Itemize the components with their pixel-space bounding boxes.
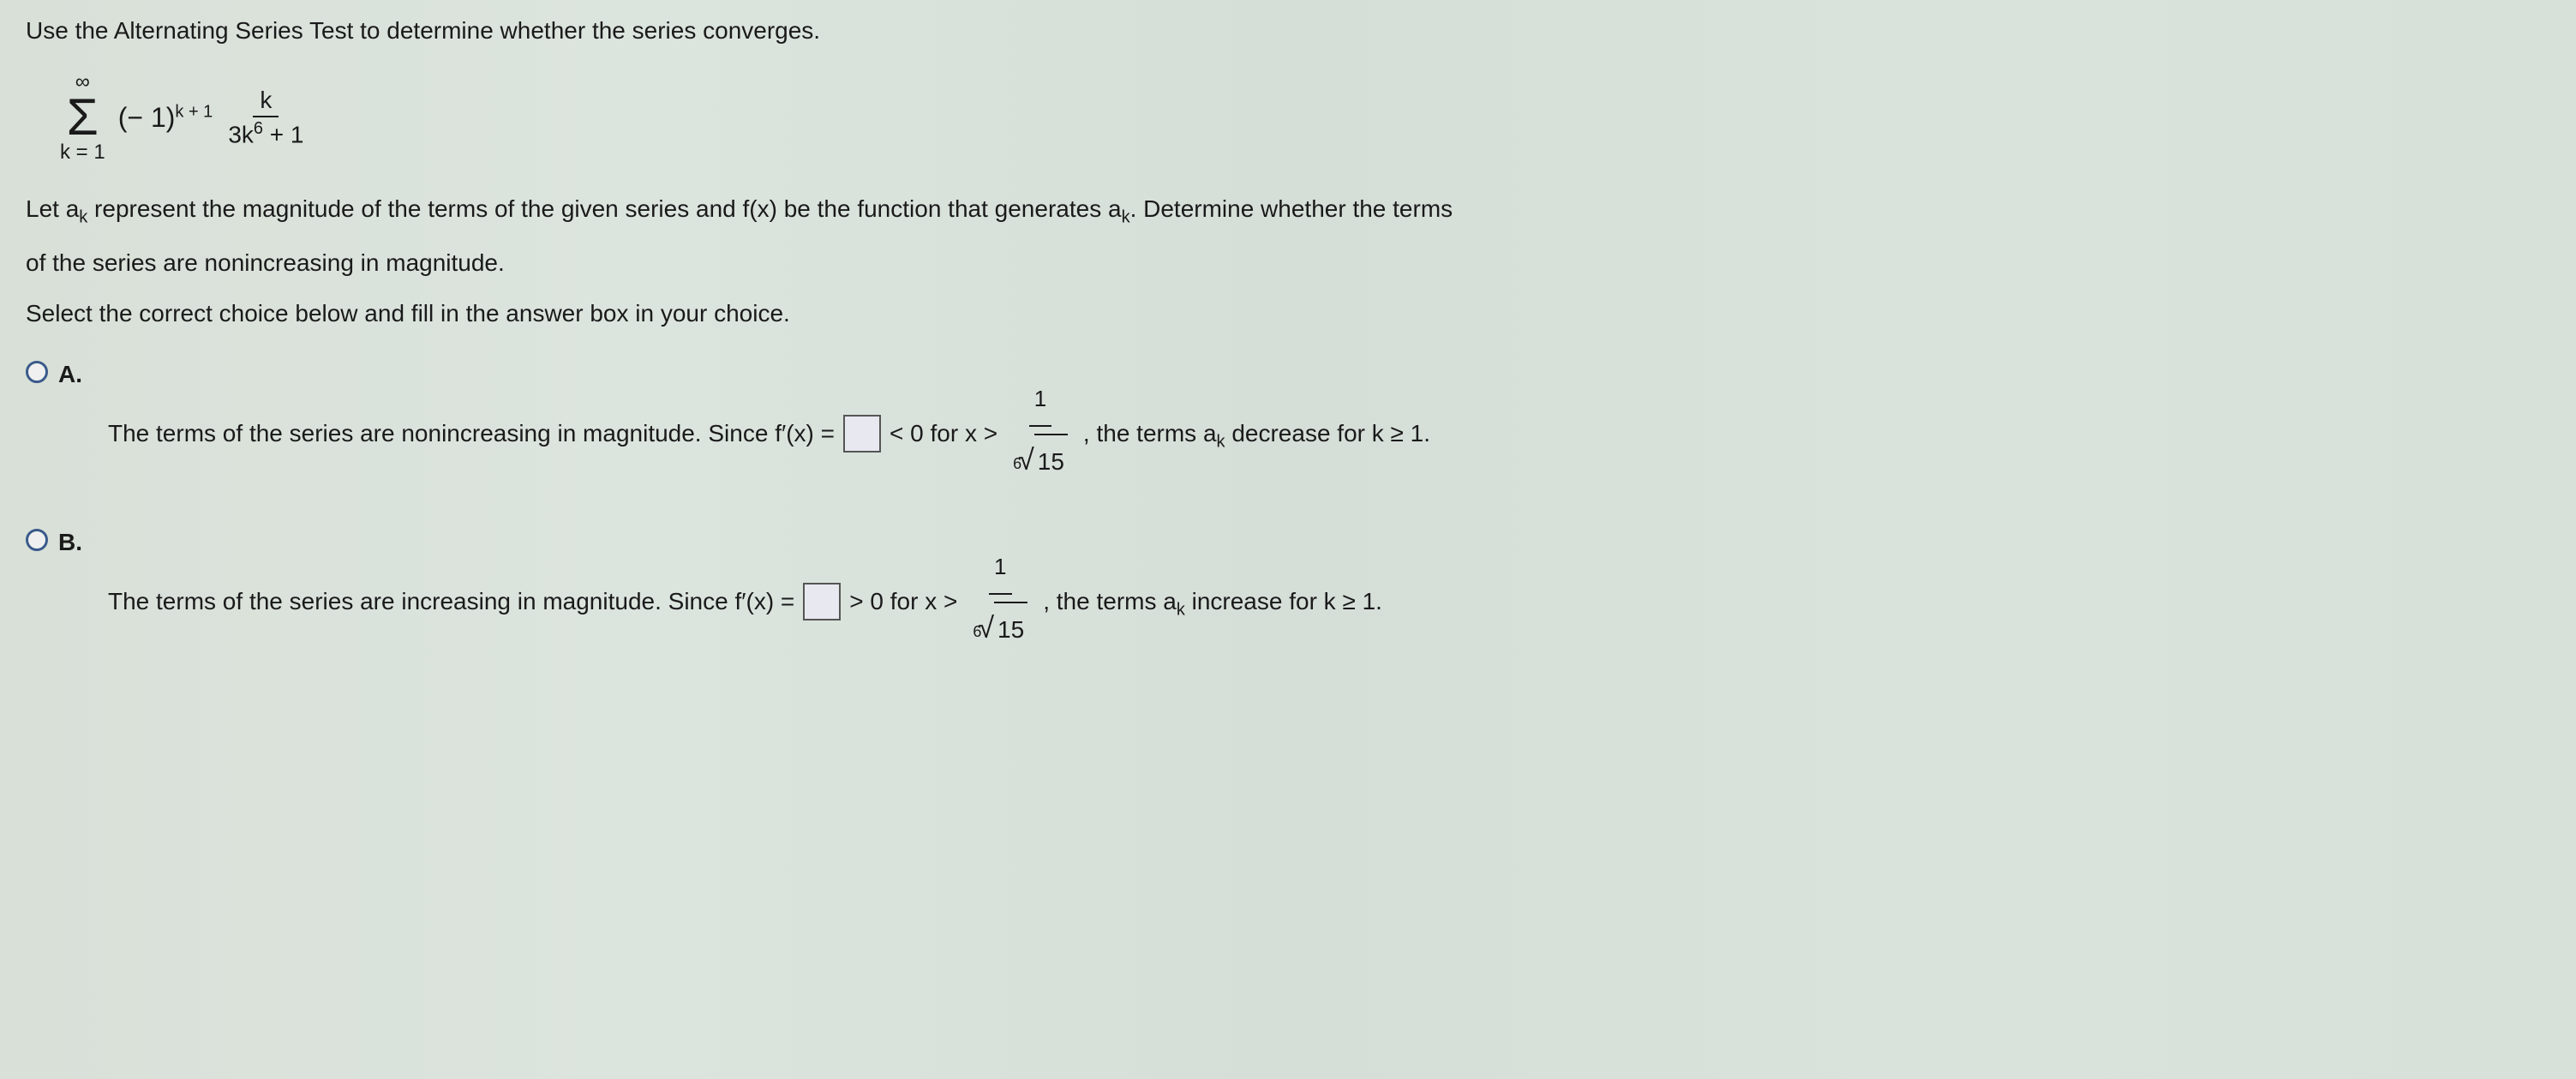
explanation-line-3: Select the correct choice below and fill… <box>26 295 2550 333</box>
frac-den: 6 √ 15 <box>967 595 1033 661</box>
text-fragment: The terms of the series are increasing i… <box>108 575 794 628</box>
choice-label-b: B. <box>58 529 82 556</box>
radical-symbol: √ <box>1018 429 1034 493</box>
explanation-line-2: of the series are nonincreasing in magni… <box>26 244 2550 283</box>
choice-label-a: A. <box>58 361 82 388</box>
den-tail: + 1 <box>263 121 303 147</box>
subscript: k <box>1177 600 1185 619</box>
radical-symbol: √ <box>978 596 994 661</box>
frac-den: 6 √ 15 <box>1008 427 1073 493</box>
text-fragment: The terms of the series are nonincreasin… <box>108 407 835 460</box>
fraction-denominator: 3k6 + 1 <box>221 117 310 148</box>
text-fragment: , the terms a <box>1043 588 1177 614</box>
coef-base: (− 1) <box>118 102 176 133</box>
explanation-line-1: Let ak represent the magnitude of the te… <box>26 190 2550 231</box>
text-fragment: decrease for k ≥ 1. <box>1225 420 1430 447</box>
radicand: 15 <box>1034 434 1068 489</box>
sigma-symbol: Σ <box>67 94 99 141</box>
text-fragment: , the terms ak increase for k ≥ 1. <box>1043 575 1382 629</box>
text-fragment: represent the magnitude of the terms of … <box>87 195 1121 222</box>
coef-exponent: k + 1 <box>175 102 213 121</box>
den-base: 3k <box>228 121 254 147</box>
fraction-numerator: k <box>253 87 279 117</box>
frac-num: 1 <box>1029 375 1051 427</box>
radio-button-a[interactable] <box>26 361 48 383</box>
text-fragment: Let a <box>26 195 79 222</box>
instruction-text: Use the Alternating Series Test to deter… <box>26 17 2550 45</box>
series-fraction: k 3k6 + 1 <box>221 87 310 148</box>
choice-a-row: A. The terms of the series are nonincrea… <box>26 359 2550 493</box>
answer-input-b[interactable] <box>803 583 841 620</box>
sigma-notation: ∞ Σ k = 1 <box>60 70 105 165</box>
sigma-lower-limit: k = 1 <box>60 141 105 165</box>
den-exponent: 6 <box>254 119 263 138</box>
choice-a-text: The terms of the series are nonincreasin… <box>108 359 1430 493</box>
radio-wrap-a: A. <box>26 359 99 388</box>
radio-wrap-b: B. <box>26 527 99 556</box>
subscript: k <box>1122 208 1130 227</box>
text-fragment: . Determine whether the terms <box>1130 195 1453 222</box>
text-fragment: < 0 for x > <box>890 407 997 460</box>
threshold-fraction-b: 1 6 √ 15 <box>967 542 1033 661</box>
frac-num: 1 <box>989 542 1011 595</box>
text-fragment: , the terms ak decrease for k ≥ 1. <box>1083 407 1430 461</box>
radical: √ 15 <box>1018 429 1068 493</box>
radicand: 15 <box>994 602 1027 656</box>
radio-button-b[interactable] <box>26 529 48 551</box>
subscript: k <box>79 208 87 227</box>
text-fragment: increase for k ≥ 1. <box>1185 588 1382 614</box>
choice-b-row: B. The terms of the series are increasin… <box>26 527 2550 661</box>
root-expression: 6 √ 15 <box>973 596 1027 661</box>
subscript: k <box>1217 432 1225 451</box>
radical: √ 15 <box>978 596 1027 661</box>
text-fragment: , the terms a <box>1083 420 1217 447</box>
text-fragment: > 0 for x > <box>849 575 957 628</box>
threshold-fraction-a: 1 6 √ 15 <box>1008 375 1073 493</box>
answer-input-a[interactable] <box>843 415 881 453</box>
series-expression: ∞ Σ k = 1 (− 1)k + 1 k 3k6 + 1 <box>60 70 2550 165</box>
series-coefficient: (− 1)k + 1 <box>118 102 213 134</box>
root-expression: 6 √ 15 <box>1013 429 1068 493</box>
choice-b-text: The terms of the series are increasing i… <box>108 527 1382 661</box>
